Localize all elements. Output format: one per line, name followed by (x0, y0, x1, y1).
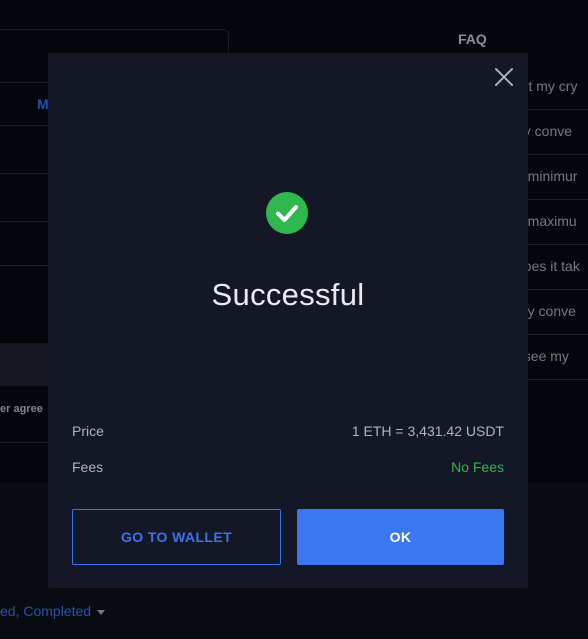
price-value: 1 ETH = 3,431.42 USDT (351, 423, 504, 439)
ok-button[interactable]: OK (297, 509, 504, 565)
dialog-title: Successful (211, 277, 365, 312)
success-dialog: Successful Price 1 ETH = 3,431.42 USDT F… (48, 53, 528, 588)
close-icon[interactable] (492, 65, 516, 89)
fees-label: Fees (72, 459, 104, 475)
fees-value: No Fees (451, 459, 504, 475)
checkmark-icon (266, 192, 308, 234)
go-to-wallet-button[interactable]: GO TO WALLET (72, 509, 281, 565)
price-label: Price (72, 423, 104, 439)
